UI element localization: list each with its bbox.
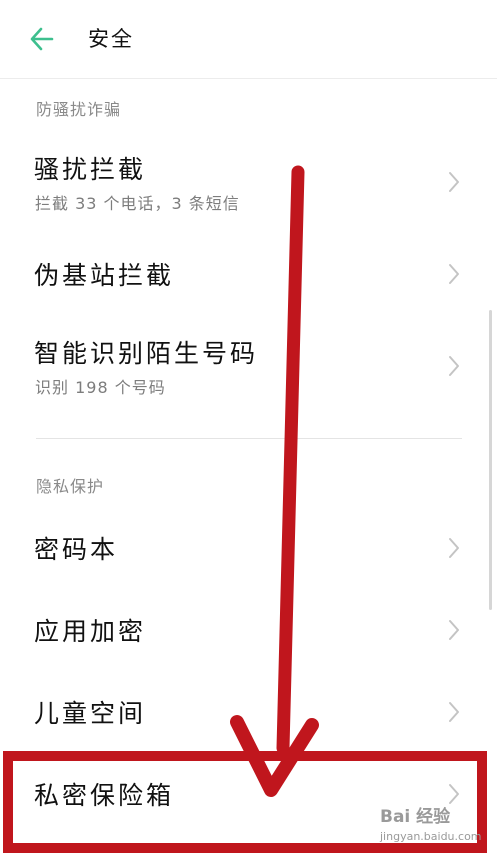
app-header: 安全 [0, 0, 497, 79]
chevron-right-icon [449, 172, 459, 192]
list-item-title: 儿童空间 [34, 699, 147, 728]
list-item-subtitle: 识别 198 个号码 [35, 378, 166, 397]
list-item-fake-base-station[interactable]: 伪基站拦截 [0, 236, 497, 312]
list-item-title: 密码本 [34, 535, 119, 564]
section-header-privacy: 隐私保护 [36, 477, 105, 496]
page-title: 安全 [88, 27, 134, 51]
watermark: Bai 经验 jingyan.baidu.com [372, 800, 492, 852]
back-button[interactable] [24, 22, 64, 56]
section-divider [36, 438, 462, 439]
chevron-right-icon [449, 702, 459, 722]
chevron-right-icon [449, 538, 459, 558]
chevron-right-icon [449, 264, 459, 284]
list-item-title: 骚扰拦截 [34, 155, 147, 184]
list-item-title: 智能识别陌生号码 [34, 339, 259, 368]
list-item-harassment-blocking[interactable]: 骚扰拦截 拦截 33 个电话，3 条短信 [0, 140, 497, 224]
list-item-smart-number-id[interactable]: 智能识别陌生号码 识别 198 个号码 [0, 322, 497, 418]
arrow-left-icon [30, 27, 54, 51]
section-header-anti-harassment: 防骚扰诈骗 [36, 100, 122, 119]
chevron-right-icon [449, 620, 459, 640]
watermark-logo: Bai 经验 [380, 807, 451, 827]
chevron-right-icon [449, 356, 459, 376]
list-item-subtitle: 拦截 33 个电话，3 条短信 [35, 194, 240, 213]
list-item-title: 伪基站拦截 [34, 261, 175, 290]
list-item-title: 私密保险箱 [34, 781, 175, 810]
list-item-app-lock[interactable]: 应用加密 [0, 592, 497, 668]
scrollbar[interactable] [489, 310, 492, 610]
list-item-password-book[interactable]: 密码本 [0, 510, 497, 586]
list-item-kids-space[interactable]: 儿童空间 [0, 674, 497, 750]
list-item-title: 应用加密 [34, 617, 147, 646]
watermark-url: jingyan.baidu.com [380, 830, 482, 843]
